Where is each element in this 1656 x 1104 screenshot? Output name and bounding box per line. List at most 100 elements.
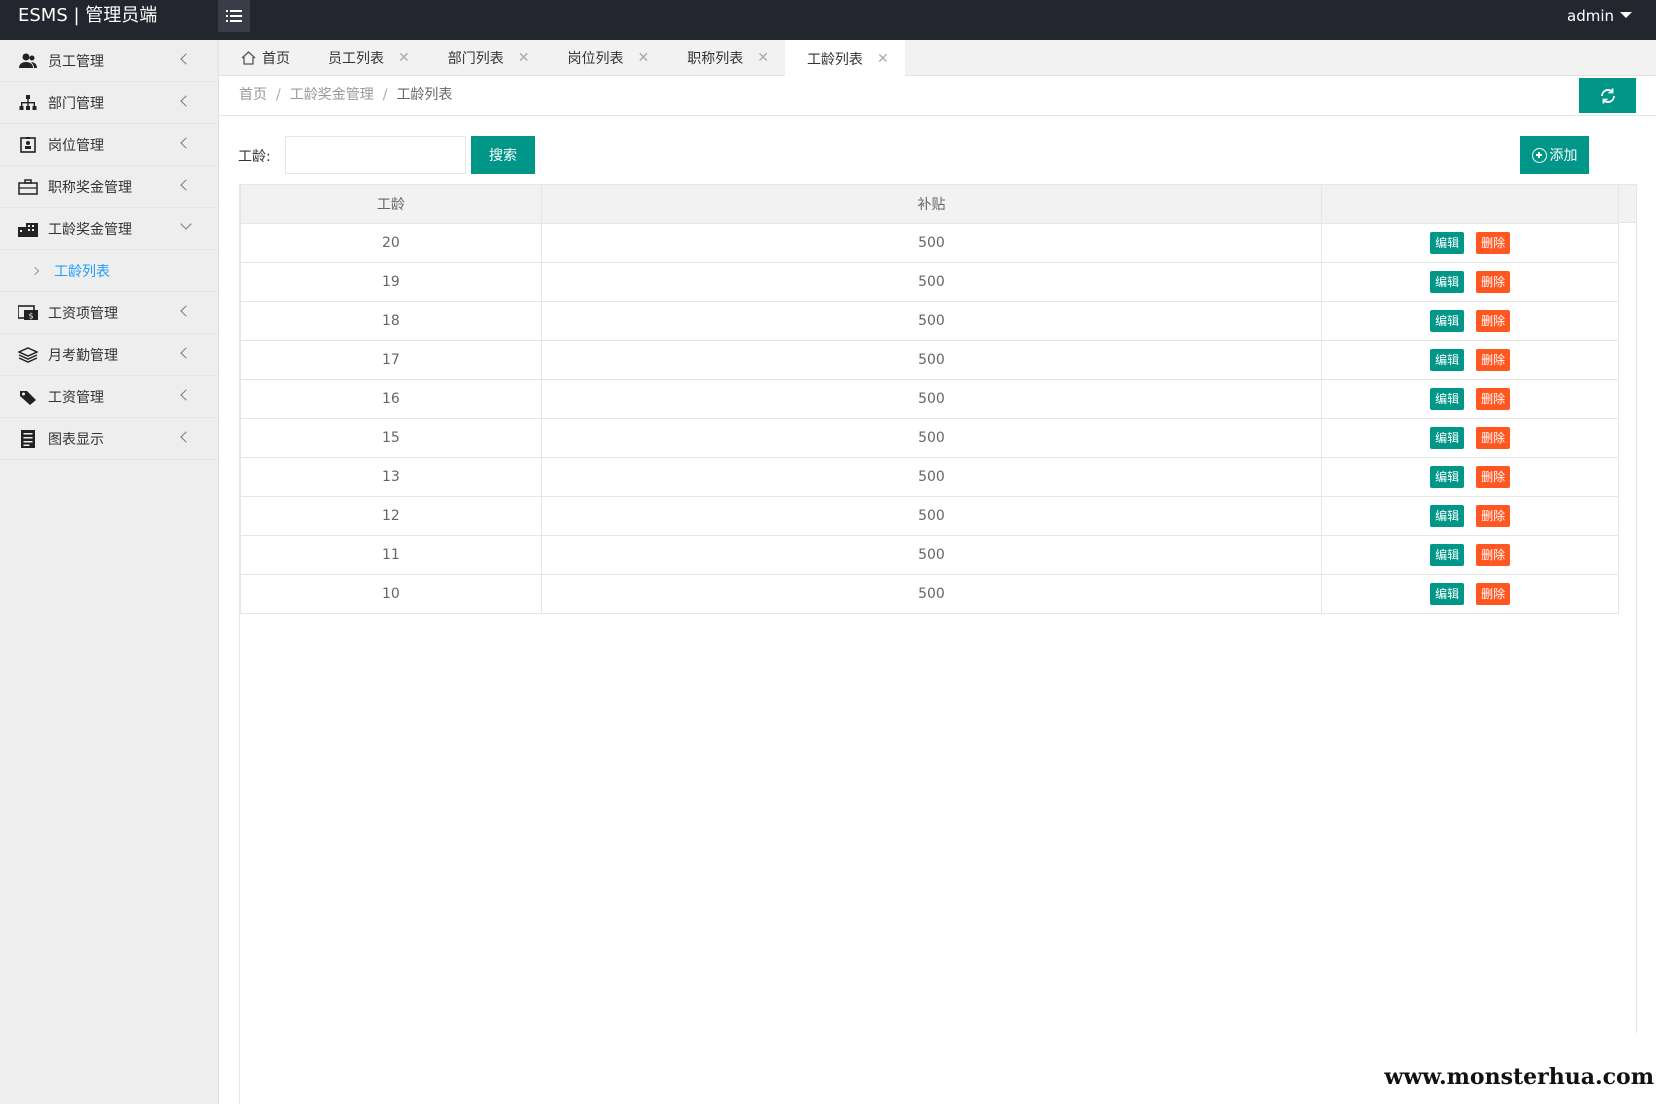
cell-actions: 编辑 删除	[1321, 340, 1619, 380]
sidebar-item-employees[interactable]: 员工管理	[0, 40, 218, 82]
layers-icon	[18, 345, 38, 365]
cell-seniority: 12	[240, 496, 542, 536]
search-button[interactable]: 搜索	[471, 136, 535, 174]
delete-button[interactable]: 删除	[1476, 388, 1511, 410]
edit-button[interactable]: 编辑	[1430, 544, 1465, 566]
tab-position-list[interactable]: 岗位列表 ✕	[545, 40, 665, 76]
add-button[interactable]: 添加	[1520, 136, 1589, 174]
search-label: 工龄:	[238, 149, 271, 165]
refresh-button[interactable]	[1579, 78, 1636, 113]
delete-button[interactable]: 删除	[1476, 310, 1511, 332]
chevron-left-icon	[180, 347, 192, 359]
sidebar-item-label: 部门管理	[48, 95, 104, 112]
cell-seniority: 18	[240, 301, 542, 341]
seniority-search-input[interactable]	[285, 136, 466, 174]
cell-subsidy: 500	[540, 418, 1323, 458]
tab-title-list[interactable]: 职称列表 ✕	[665, 40, 785, 76]
sidebar-item-label: 员工管理	[48, 53, 104, 70]
close-icon[interactable]: ✕	[518, 50, 530, 66]
close-icon[interactable]: ✕	[398, 50, 410, 66]
badge-icon	[18, 135, 38, 155]
edit-button[interactable]: 编辑	[1430, 427, 1465, 449]
cell-subsidy: 500	[540, 301, 1323, 341]
scrollbar-track[interactable]	[1636, 223, 1637, 1033]
cell-actions: 编辑 删除	[1321, 379, 1619, 419]
tab-label: 职称列表	[687, 51, 744, 67]
table-row: 18 500 编辑 删除	[240, 301, 1619, 341]
scrollbar-gutter	[1619, 184, 1637, 223]
tab-label: 部门列表	[447, 51, 504, 67]
seniority-table: 工龄 补贴 20 500 编辑 删除 19 500 编辑 删除 18 500 编辑 删除 17 500 编辑…	[239, 184, 1637, 1104]
sidebar-item-seniority-bonus[interactable]: 工龄奖金管理	[0, 208, 218, 250]
edit-button[interactable]: 编辑	[1430, 466, 1465, 488]
cell-seniority: 13	[240, 457, 542, 497]
breadcrumb-section[interactable]: 工龄奖金管理	[290, 87, 374, 103]
hamburger-icon	[226, 10, 242, 22]
tab-employee-list[interactable]: 员工列表 ✕	[306, 40, 426, 76]
table-row: 13 500 编辑 删除	[240, 457, 1619, 497]
table-row: 16 500 编辑 删除	[240, 379, 1619, 419]
tab-department-list[interactable]: 部门列表 ✕	[426, 40, 546, 76]
sidebar-item-salary[interactable]: 工资管理	[0, 376, 218, 418]
breadcrumb-home[interactable]: 首页	[239, 87, 267, 103]
sidebar-item-label: 岗位管理	[48, 137, 104, 154]
edit-button[interactable]: 编辑	[1430, 349, 1465, 371]
cell-subsidy: 500	[540, 535, 1323, 575]
chevron-left-icon	[180, 179, 192, 191]
table-row: 15 500 编辑 删除	[240, 418, 1619, 458]
cell-seniority: 15	[240, 418, 542, 458]
column-header-seniority[interactable]: 工龄	[240, 184, 542, 224]
tab-seniority-list[interactable]: 工龄列表 ✕	[784, 40, 905, 77]
edit-button[interactable]: 编辑	[1430, 310, 1465, 332]
edit-button[interactable]: 编辑	[1430, 388, 1465, 410]
close-icon[interactable]: ✕	[877, 51, 889, 67]
delete-button[interactable]: 删除	[1476, 505, 1511, 527]
sidebar-subitem-seniority-list[interactable]: 工龄列表	[0, 250, 218, 292]
sidebar-item-salary-items[interactable]: $ 工资项管理	[0, 292, 218, 334]
cell-seniority: 10	[240, 574, 542, 614]
sidebar-item-label: 图表显示	[48, 431, 104, 448]
edit-button[interactable]: 编辑	[1430, 583, 1465, 605]
chevron-left-icon	[180, 389, 192, 401]
cell-subsidy: 500	[540, 457, 1323, 497]
watermark-text: www.monsterhua.com	[1384, 1064, 1654, 1090]
briefcase-icon	[18, 177, 38, 197]
cell-seniority: 11	[240, 535, 542, 575]
delete-button[interactable]: 删除	[1476, 583, 1511, 605]
sidebar-item-departments[interactable]: 部门管理	[0, 82, 218, 124]
edit-button[interactable]: 编辑	[1430, 271, 1465, 293]
breadcrumb-separator: /	[276, 87, 281, 103]
sidebar-item-positions[interactable]: 岗位管理	[0, 124, 218, 166]
refresh-icon	[1600, 88, 1615, 103]
edit-button[interactable]: 编辑	[1430, 505, 1465, 527]
sidebar-item-label: 工龄奖金管理	[48, 221, 132, 238]
cell-actions: 编辑 删除	[1321, 301, 1619, 341]
chevron-left-icon	[180, 137, 192, 149]
cell-actions: 编辑 删除	[1321, 496, 1619, 536]
chevron-left-icon	[180, 95, 192, 107]
delete-button[interactable]: 删除	[1476, 544, 1511, 566]
close-icon[interactable]: ✕	[757, 50, 769, 66]
sidebar-item-attendance[interactable]: 月考勤管理	[0, 334, 218, 376]
sidebar: 员工管理 部门管理 岗位管理 职称奖金管理 工龄奖金管理 工龄列表 $ 工资项管…	[0, 40, 219, 1104]
column-header-subsidy[interactable]: 补贴	[540, 184, 1323, 224]
delete-button[interactable]: 删除	[1476, 427, 1511, 449]
report-icon	[18, 429, 38, 449]
cell-actions: 编辑 删除	[1321, 418, 1619, 458]
cell-actions: 编辑 删除	[1321, 535, 1619, 575]
home-icon	[241, 51, 256, 65]
sidebar-item-charts[interactable]: 图表显示	[0, 418, 218, 460]
sidebar-item-title-bonus[interactable]: 职称奖金管理	[0, 166, 218, 208]
breadcrumb-separator: /	[382, 87, 388, 103]
delete-button[interactable]: 删除	[1476, 466, 1511, 488]
tab-home[interactable]: 首页	[219, 40, 306, 76]
close-icon[interactable]: ✕	[637, 50, 649, 66]
delete-button[interactable]: 删除	[1476, 349, 1511, 371]
menu-toggle-button[interactable]	[218, 0, 250, 32]
delete-button[interactable]: 删除	[1476, 232, 1511, 254]
delete-button[interactable]: 删除	[1476, 271, 1511, 293]
building-icon	[18, 219, 38, 239]
cell-seniority: 16	[240, 379, 542, 419]
user-menu[interactable]: admin	[1567, 0, 1632, 32]
edit-button[interactable]: 编辑	[1430, 232, 1465, 254]
